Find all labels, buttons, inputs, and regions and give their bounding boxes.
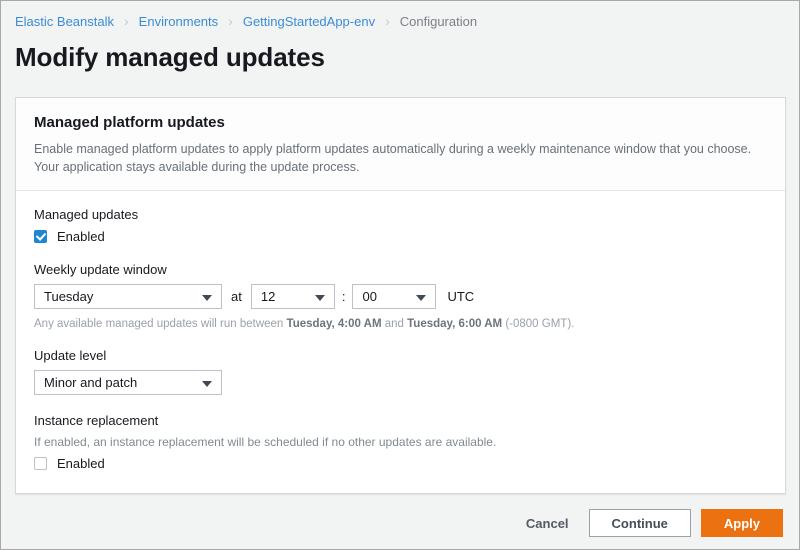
hint-start-time: Tuesday, 4:00 AM <box>287 318 382 330</box>
breadcrumb-separator-icon: › <box>124 14 129 28</box>
apply-button[interactable]: Apply <box>701 509 783 537</box>
cancel-button[interactable]: Cancel <box>512 509 583 537</box>
weekly-update-window-label: Weekly update window <box>34 262 767 277</box>
managed-updates-checkbox[interactable] <box>34 230 47 243</box>
weekly-update-window-group: Weekly update window Tuesday at 12 : 00 <box>34 262 767 330</box>
minute-value: 00 <box>362 289 376 304</box>
hint-end-time: Tuesday, 6:00 AM <box>407 318 502 330</box>
breadcrumb-separator-icon: › <box>385 14 390 28</box>
managed-updates-group: Managed updates Enabled <box>34 207 767 244</box>
breadcrumb-item-environment-name[interactable]: GettingStartedApp-env <box>243 14 375 29</box>
weekly-window-hint: Any available managed updates will run b… <box>34 318 767 330</box>
instance-replacement-checkbox[interactable] <box>34 457 47 470</box>
day-of-week-value: Tuesday <box>44 289 93 304</box>
breadcrumb-item-environments[interactable]: Environments <box>139 14 218 29</box>
panel-header: Managed platform updates Enable managed … <box>16 98 785 191</box>
footer-actions: Cancel Continue Apply <box>512 509 783 537</box>
continue-button[interactable]: Continue <box>589 509 691 537</box>
instance-replacement-checkbox-label: Enabled <box>57 456 105 471</box>
breadcrumb-separator-icon: › <box>228 14 233 28</box>
instance-replacement-label: Instance replacement <box>34 413 767 428</box>
day-of-week-select[interactable]: Tuesday <box>34 284 222 309</box>
update-level-group: Update level Minor and patch <box>34 348 767 395</box>
hint-middle: and <box>382 318 408 330</box>
hour-value: 12 <box>261 289 275 304</box>
at-label: at <box>231 289 242 304</box>
instance-replacement-group: Instance replacement If enabled, an inst… <box>34 413 767 471</box>
chevron-down-icon <box>315 295 325 301</box>
breadcrumb-item-elastic-beanstalk[interactable]: Elastic Beanstalk <box>15 14 114 29</box>
update-level-value: Minor and patch <box>44 375 137 390</box>
instance-replacement-checkbox-row[interactable]: Enabled <box>34 456 767 471</box>
chevron-down-icon <box>202 295 212 301</box>
managed-updates-panel: Managed platform updates Enable managed … <box>15 97 786 494</box>
instance-replacement-description: If enabled, an instance replacement will… <box>34 435 767 449</box>
panel-body: Managed updates Enabled Weekly update wi… <box>16 191 785 493</box>
breadcrumb-item-configuration: Configuration <box>400 14 477 29</box>
weekly-update-window-controls: Tuesday at 12 : 00 UTC <box>34 284 767 309</box>
hint-suffix: (-0800 GMT). <box>502 318 574 330</box>
chevron-down-icon <box>416 295 426 301</box>
timezone-label: UTC <box>447 289 474 304</box>
managed-updates-checkbox-label: Enabled <box>57 229 105 244</box>
managed-updates-label: Managed updates <box>34 207 767 222</box>
page-title: Modify managed updates <box>15 42 799 73</box>
page-root: Elastic Beanstalk › Environments › Getti… <box>0 0 800 550</box>
chevron-down-icon <box>202 381 212 387</box>
time-colon-separator: : <box>342 289 346 304</box>
managed-updates-checkbox-row[interactable]: Enabled <box>34 229 767 244</box>
panel-title: Managed platform updates <box>34 114 767 131</box>
update-level-select[interactable]: Minor and patch <box>34 370 222 395</box>
breadcrumb: Elastic Beanstalk › Environments › Getti… <box>1 1 799 32</box>
minute-select[interactable]: 00 <box>352 284 436 309</box>
update-level-label: Update level <box>34 348 767 363</box>
hint-prefix: Any available managed updates will run b… <box>34 318 287 330</box>
panel-description: Enable managed platform updates to apply… <box>34 140 767 176</box>
hour-select[interactable]: 12 <box>251 284 335 309</box>
